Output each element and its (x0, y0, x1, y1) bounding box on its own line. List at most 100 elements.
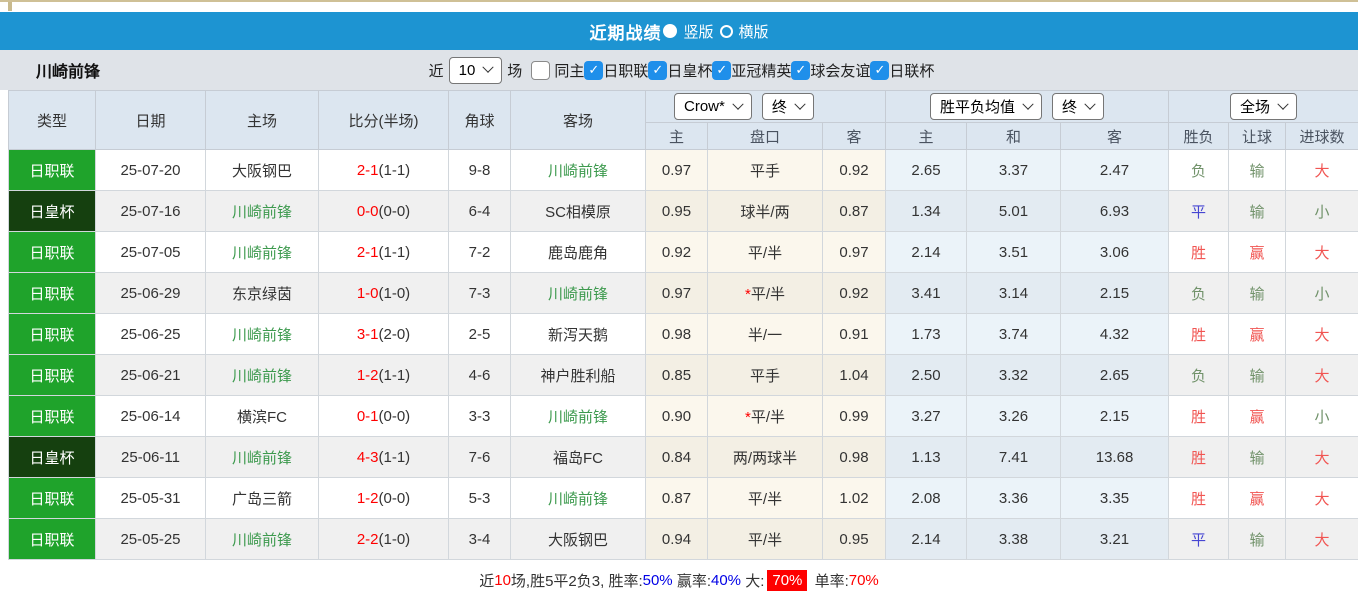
score-halftime: (1-0) (378, 530, 411, 548)
corners-cell: 7-3 (448, 272, 511, 314)
bookmaker-select[interactable]: Crow* (674, 93, 752, 120)
col-type: 类型 (8, 90, 96, 150)
summary-part-red: 10 (494, 571, 511, 589)
table-row: 日职联 25-06-14 横滨FC 0-1(0-0) 3-3 川崎前锋 0.90 *平/半 0.… (8, 395, 1358, 437)
competition-cell: 日职联 (8, 231, 96, 273)
goals-result-cell: 大 (1285, 436, 1358, 478)
summary-footer: 近 10 场,胜5平2负3, 胜率: 50% 赢率: 40% 大: 70% 单率: 70% (0, 560, 1358, 600)
avg-home-odds-cell: 1.13 (885, 436, 968, 478)
scope-select[interactable]: 全场 (1230, 93, 1298, 120)
filter-label: 亚冠精英 (731, 62, 792, 80)
handicap-line-cell: 平/半 (707, 518, 823, 560)
competition-cell: 日职联 (8, 354, 96, 396)
score-cell: 0-1(0-0) (318, 395, 449, 437)
handicap-line: 半/一 (747, 326, 783, 344)
avg-odds-select[interactable]: 胜平负均值 (930, 93, 1043, 120)
checkbox-icon[interactable]: ✓ (870, 60, 890, 80)
handicap-line: 平手 (749, 367, 780, 385)
table-row: 日职联 25-07-20 大阪钢巴 2-1(1-1) 9-8 川崎前锋 0.97 平手 0.92… (8, 149, 1358, 191)
scope-select-cell: 全场 (1168, 90, 1358, 123)
handicap-home-odds-cell: 0.97 (645, 149, 708, 191)
handicap-result-cell: 输 (1228, 149, 1287, 191)
corners-cell: 3-4 (448, 518, 511, 560)
goals-result-cell: 大 (1285, 354, 1358, 396)
avg-draw-odds-cell: 3.26 (966, 395, 1062, 437)
filter-日职联[interactable]: ✓ 日职联 (584, 60, 648, 81)
checkbox-icon[interactable]: ✓ (712, 60, 732, 80)
score-halftime: (0-0) (378, 407, 411, 425)
scope-select-value: 全场 (1240, 99, 1271, 116)
handicap-line: 两/两球半 (732, 449, 798, 467)
avg-odds-value: 胜平负均值 (940, 99, 1016, 116)
checkbox-icon[interactable]: ✓ (584, 60, 604, 80)
avg-draw-odds-cell: 5.01 (966, 190, 1062, 232)
checkbox-icon[interactable] (531, 60, 551, 80)
avg-away-odds-cell: 4.32 (1060, 313, 1170, 355)
handicap-home-odds-cell: 0.84 (645, 436, 708, 478)
date-cell: 25-05-25 (95, 518, 206, 560)
team-name: 川崎前锋 (36, 64, 101, 81)
radio-icon[interactable] (663, 24, 678, 38)
avg-time-select[interactable]: 终 (1052, 93, 1105, 120)
score-fulltime: 4-3 (356, 448, 379, 466)
radio-label: 竖版 (683, 23, 714, 41)
avg-home-odds-cell: 2.08 (885, 477, 968, 519)
result-cell: 负 (1168, 272, 1230, 314)
avg-away-odds-cell: 6.93 (1060, 190, 1170, 232)
match-count-value: 10 (458, 61, 476, 79)
filter-亚冠精英[interactable]: ✓ 亚冠精英 (712, 60, 791, 81)
layout-option-vertical[interactable]: 竖版 (663, 21, 714, 42)
checkbox-icon[interactable]: ✓ (791, 60, 811, 80)
filter-日皇杯[interactable]: ✓ 日皇杯 (648, 60, 712, 81)
corners-cell: 7-2 (448, 231, 511, 273)
radio-icon[interactable] (719, 24, 733, 38)
score-fulltime: 1-2 (356, 489, 379, 507)
handicap-home-odds-cell: 0.90 (645, 395, 708, 437)
table-row: 日职联 25-05-31 广岛三箭 1-2(0-0) 5-3 川崎前锋 0.87 平/半 1.0… (8, 477, 1358, 519)
top-tick (8, 2, 12, 11)
bookmaker-select-value: Crow* (684, 98, 725, 115)
date-cell: 25-07-05 (95, 231, 206, 273)
avg-home-odds-cell: 2.14 (885, 518, 968, 560)
handicap-line-cell: 半/一 (707, 313, 823, 355)
chevron-down-icon (794, 98, 806, 110)
handicap-line-cell: 平手 (707, 149, 823, 191)
handicap-line: 平/半 (747, 531, 783, 549)
home-team-cell: 大阪钢巴 (205, 149, 319, 191)
home-team-cell: 川崎前锋 (205, 313, 319, 355)
layout-radio-group: 竖版 横版 (661, 21, 769, 42)
chevron-down-icon (1277, 98, 1289, 110)
goals-result-cell: 大 (1285, 518, 1358, 560)
filter-checkbox-group: ✓ 日职联 ✓ 日皇杯 ✓ 亚冠精英 ✓ 球会友谊 ✓ 日联杯 (584, 60, 934, 81)
score-fulltime: 1-2 (356, 366, 379, 384)
date-cell: 25-06-11 (95, 436, 206, 478)
table-row: 日职联 25-05-25 川崎前锋 2-2(1-0) 3-4 大阪钢巴 0.94 平/半 0.9… (8, 518, 1358, 560)
filter-日联杯[interactable]: ✓ 日联杯 (870, 60, 934, 81)
handicap-time-select[interactable]: 终 (761, 93, 814, 120)
corners-cell: 7-6 (448, 436, 511, 478)
handicap-home-odds-cell: 0.92 (645, 231, 708, 273)
goals-result-cell: 小 (1285, 272, 1358, 314)
filter-球会友谊[interactable]: ✓ 球会友谊 (791, 60, 870, 81)
panel-title: 近期战绩 (589, 23, 662, 43)
avg-away-odds-cell: 3.06 (1060, 231, 1170, 273)
score-cell: 0-0(0-0) (318, 190, 449, 232)
avg-home-odds-cell: 3.41 (885, 272, 968, 314)
away-team-cell: 福岛FC (510, 436, 646, 478)
summary-part: 大: (741, 572, 765, 590)
same-home-filter[interactable]: 同主 (527, 60, 584, 81)
date-cell: 25-06-29 (95, 272, 206, 314)
checkbox-icon[interactable]: ✓ (648, 60, 668, 80)
goals-result-cell: 小 (1285, 395, 1358, 437)
date-cell: 25-06-25 (95, 313, 206, 355)
away-team-cell: 川崎前锋 (510, 477, 646, 519)
match-count-select[interactable]: 10 (448, 56, 503, 84)
home-team-cell: 川崎前锋 (205, 190, 319, 232)
layout-option-horizontal[interactable]: 横版 (719, 21, 769, 42)
corners-cell: 5-3 (448, 477, 511, 519)
corners-cell: 3-3 (448, 395, 511, 437)
avg-home-odds-cell: 2.65 (885, 149, 968, 191)
score-fulltime: 0-1 (356, 407, 379, 425)
handicap-away-odds-cell: 0.92 (821, 272, 887, 314)
subcol-0: 主 (645, 122, 708, 150)
